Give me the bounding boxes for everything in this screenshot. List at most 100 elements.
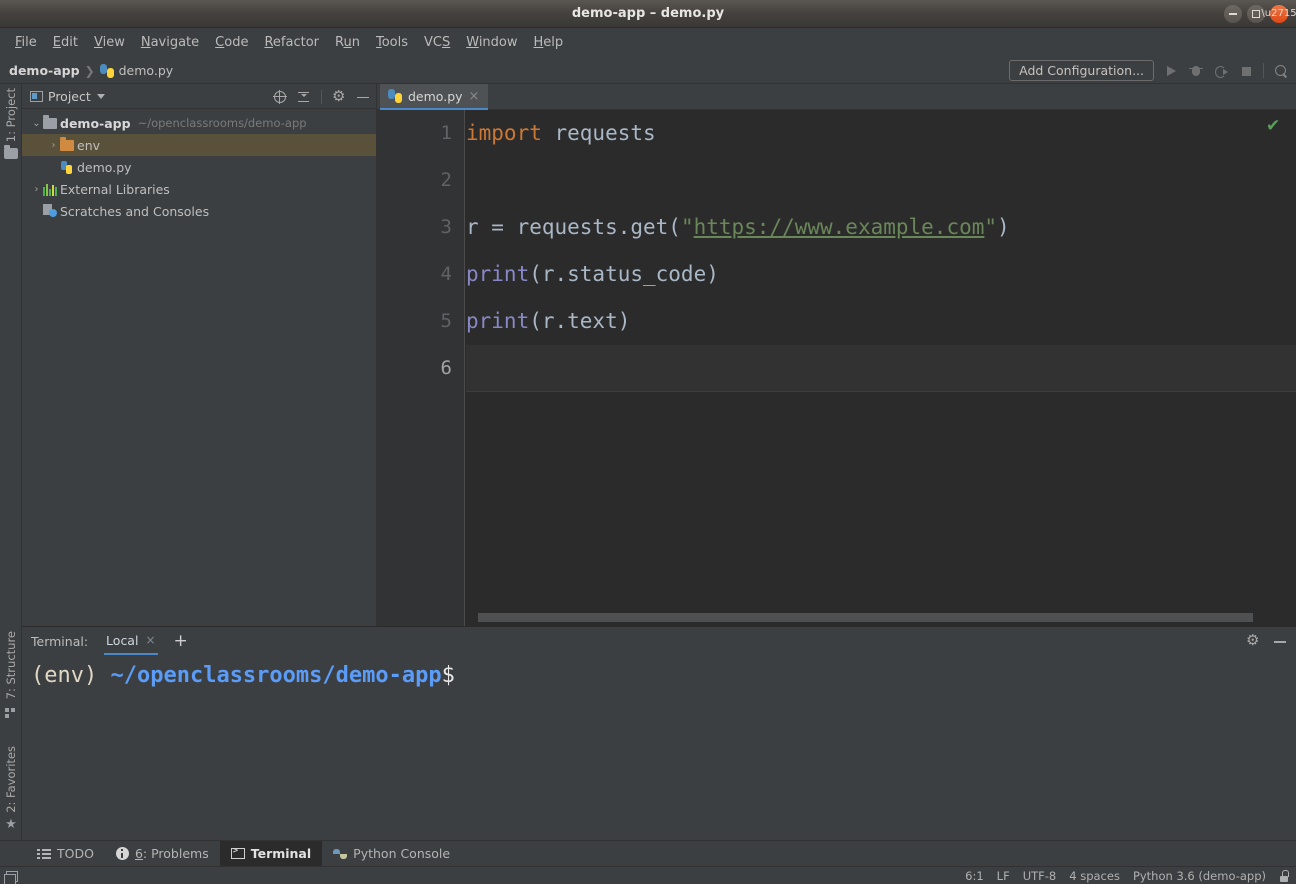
code-line[interactable]: print(r.text) — [466, 298, 1296, 345]
gear-icon[interactable] — [1246, 634, 1260, 648]
search-everywhere-icon[interactable] — [1273, 63, 1289, 79]
menu-item-view[interactable]: View — [86, 32, 133, 53]
sidebar-item-structure-label: 7: Structure — [4, 629, 18, 701]
python-file-icon — [60, 160, 74, 174]
caret-position[interactable]: 6:1 — [965, 869, 984, 883]
code-token: import — [466, 121, 542, 145]
terminal-prompt-symbol: $ — [442, 663, 455, 688]
file-encoding[interactable]: UTF-8 — [1023, 869, 1057, 883]
minimize-button[interactable] — [1224, 5, 1242, 23]
breadcrumb-project[interactable]: demo-app — [9, 63, 80, 78]
editor-horizontal-scrollbar[interactable] — [478, 612, 1282, 622]
run-icon[interactable] — [1163, 63, 1179, 79]
bottom-tab-label: 6: Problems — [135, 846, 209, 861]
code-token: r = requests.get( — [466, 215, 681, 239]
close-button[interactable]: \u2715 — [1270, 5, 1288, 23]
terminal-tab-local[interactable]: Local × — [104, 627, 157, 655]
bottom-tab-label: Terminal — [251, 846, 311, 861]
menu-item-navigate[interactable]: Navigate — [133, 32, 207, 53]
tree-node-demo-app[interactable]: ⌄demo-app~/openclassrooms/demo-app — [22, 112, 376, 134]
hide-icon[interactable] — [356, 90, 370, 104]
code-line[interactable] — [466, 345, 1296, 392]
menu-item-vcs[interactable]: VCS — [416, 32, 458, 53]
indent-setting[interactable]: 4 spaces — [1069, 869, 1120, 883]
code-line[interactable]: print(r.status_code) — [466, 251, 1296, 298]
breadcrumb-file[interactable]: demo.py — [119, 63, 174, 78]
navigation-bar: demo-app ❯ demo.py Add Configuration... — [0, 57, 1296, 84]
code-line[interactable]: import requests — [466, 110, 1296, 157]
editor-horizontal-scroll-thumb[interactable] — [478, 613, 1253, 622]
menu-item-code[interactable]: Code — [207, 32, 256, 53]
menu-item-edit[interactable]: Edit — [45, 32, 86, 53]
terminal-icon — [231, 848, 245, 859]
tree-node-path: ~/openclassrooms/demo-app — [138, 116, 307, 130]
caret-line-underline — [466, 391, 1296, 392]
tree-node-scratches-and-consoles[interactable]: Scratches and Consoles — [22, 200, 376, 222]
gear-icon[interactable] — [332, 90, 346, 104]
debug-icon[interactable] — [1188, 63, 1204, 79]
menu-item-help[interactable]: Help — [526, 32, 572, 53]
tree-node-external-libraries[interactable]: ›External Libraries — [22, 178, 376, 200]
expand-arrow-icon[interactable]: › — [30, 184, 43, 195]
terminal-label: Terminal: — [31, 634, 88, 649]
bottom-tab-todo[interactable]: TODO — [26, 841, 105, 867]
terminal-path: ~/openclassrooms/demo-app — [110, 663, 441, 688]
code-token: (r.status_code) — [529, 262, 719, 286]
code-line[interactable]: r = requests.get("https://www.example.co… — [466, 204, 1296, 251]
line-number: 1 — [392, 110, 452, 157]
add-configuration-button[interactable]: Add Configuration... — [1009, 60, 1154, 81]
bottom-tab-6-problems[interactable]: 6: Problems — [105, 841, 220, 867]
terminal-output[interactable]: (env) ~/openclassrooms/demo-app$ — [22, 655, 1296, 841]
tree-node-demo-py[interactable]: demo.py — [22, 156, 376, 178]
bottom-tool-tabs: TODO 6: Problems Terminal Python Console — [0, 840, 1296, 866]
lock-icon[interactable] — [1279, 870, 1289, 882]
menu-item-window[interactable]: Window — [458, 32, 525, 53]
inspection-status-icon[interactable]: ✔ — [1266, 118, 1282, 134]
sidebar-item-structure[interactable]: 7: Structure — [0, 629, 22, 718]
stop-icon[interactable] — [1238, 63, 1254, 79]
locate-icon[interactable] — [273, 90, 287, 104]
todo-icon — [37, 847, 51, 861]
editor-tab-bar: demo.py × — [377, 84, 1296, 110]
sidebar-item-favorites-label: 2: Favorites — [4, 744, 18, 815]
menu-item-file[interactable]: File — [7, 32, 45, 53]
editor-tab-label: demo.py — [408, 89, 463, 104]
grid-icon — [4, 704, 18, 718]
url-link[interactable]: https://www.example.com — [694, 215, 985, 239]
sidebar-item-favorites[interactable]: 2: Favorites ★ — [0, 744, 22, 832]
tree-node-env[interactable]: ›env — [22, 134, 376, 156]
line-separator[interactable]: LF — [997, 869, 1010, 883]
code-area[interactable]: 123456 import requestsr = requests.get("… — [377, 110, 1296, 626]
toggle-tool-windows-icon[interactable] — [6, 871, 18, 882]
chevron-down-icon[interactable] — [97, 94, 105, 99]
terminal-tools — [1246, 627, 1287, 655]
sidebar-item-project[interactable]: 1: Project — [0, 86, 22, 159]
breadcrumb-separator-icon: ❯ — [85, 64, 95, 78]
menu-item-run[interactable]: Run — [327, 32, 368, 53]
bottom-tab-terminal[interactable]: Terminal — [220, 841, 322, 867]
bottom-tab-label: Python Console — [353, 846, 450, 861]
status-bar-right: 6:1 LF UTF-8 4 spaces Python 3.6 (demo-a… — [965, 867, 1289, 884]
terminal-env: (env) — [31, 663, 97, 688]
coverage-icon[interactable] — [1213, 63, 1229, 79]
close-icon[interactable]: × — [469, 90, 480, 103]
new-terminal-button[interactable]: + — [174, 633, 188, 650]
hide-icon[interactable] — [1273, 634, 1287, 648]
expand-arrow-icon[interactable]: › — [47, 140, 60, 151]
bottom-tab-label: TODO — [57, 846, 94, 861]
close-icon[interactable]: × — [145, 633, 155, 647]
expand-arrow-icon[interactable]: ⌄ — [30, 118, 43, 129]
editor-tab-demo-py[interactable]: demo.py × — [380, 84, 488, 110]
folder-orange-icon — [60, 140, 74, 151]
line-number: 3 — [392, 204, 452, 251]
code-token: print — [466, 262, 529, 286]
collapse-all-icon[interactable] — [297, 90, 311, 104]
code-line[interactable] — [466, 157, 1296, 204]
code-text[interactable]: import requests r = requests.get("https:/… — [466, 110, 1296, 626]
bottom-tab-python-console[interactable]: Python Console — [322, 841, 461, 867]
python-interpreter[interactable]: Python 3.6 (demo-app) — [1133, 869, 1266, 883]
python-file-icon — [388, 89, 402, 103]
menu-item-refactor[interactable]: Refactor — [256, 32, 327, 53]
menu-item-tools[interactable]: Tools — [368, 32, 416, 53]
project-window-icon — [30, 91, 43, 102]
